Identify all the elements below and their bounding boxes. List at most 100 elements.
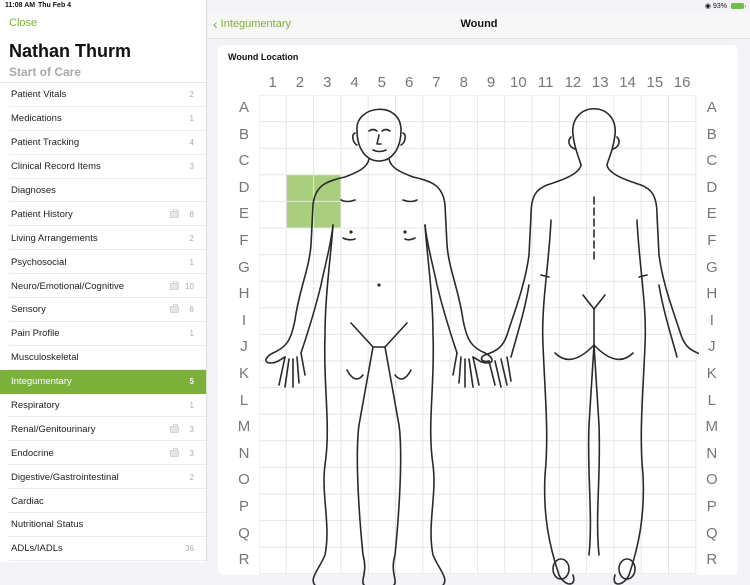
grid-cell[interactable] — [559, 361, 586, 388]
grid-cell[interactable] — [614, 255, 641, 282]
grid-cell[interactable] — [669, 494, 696, 521]
grid-cell[interactable] — [505, 441, 532, 468]
grid-cell[interactable] — [341, 414, 368, 441]
grid-cell[interactable] — [396, 201, 423, 228]
grid-cell[interactable] — [559, 547, 586, 574]
sidebar-item-musculoskeletal[interactable]: Musculoskeletal — [0, 346, 206, 370]
grid-cell[interactable] — [641, 547, 668, 574]
grid-cell[interactable] — [368, 467, 395, 494]
grid-cell[interactable] — [559, 228, 586, 255]
grid-cell[interactable] — [477, 175, 504, 202]
sidebar-item-adls-iadls[interactable]: ADLs/IADLs 36 — [0, 537, 206, 561]
grid-cell[interactable] — [505, 467, 532, 494]
grid-cell[interactable] — [614, 547, 641, 574]
grid-cell[interactable] — [423, 148, 450, 175]
grid-cell[interactable] — [368, 547, 395, 574]
grid-cell[interactable] — [641, 95, 668, 122]
grid-cell[interactable] — [423, 467, 450, 494]
grid-cell[interactable] — [259, 175, 286, 202]
grid-cell[interactable] — [477, 388, 504, 415]
grid-cell[interactable] — [505, 201, 532, 228]
grid-cell[interactable] — [587, 308, 614, 335]
grid-cell[interactable] — [396, 334, 423, 361]
grid-cell[interactable] — [505, 175, 532, 202]
grid-cell[interactable] — [286, 547, 313, 574]
grid-cell[interactable] — [477, 414, 504, 441]
grid-cell[interactable] — [450, 255, 477, 282]
grid-cell[interactable] — [669, 388, 696, 415]
grid-cell[interactable] — [259, 494, 286, 521]
sidebar-item-cardiac[interactable]: Cardiac — [0, 489, 206, 513]
grid-cell[interactable] — [669, 122, 696, 149]
grid-cell[interactable] — [559, 414, 586, 441]
grid-cell[interactable] — [505, 547, 532, 574]
grid-cell[interactable] — [614, 388, 641, 415]
grid-cell[interactable] — [286, 228, 313, 255]
sidebar-item-patient-vitals[interactable]: Patient Vitals 2 — [0, 83, 206, 107]
grid-cell[interactable] — [477, 521, 504, 548]
grid-cell[interactable] — [532, 201, 559, 228]
grid-cell[interactable] — [396, 388, 423, 415]
grid-cell[interactable] — [450, 521, 477, 548]
sidebar-item-patient-history[interactable]: Patient History 8 — [0, 202, 206, 227]
grid-cell[interactable] — [669, 414, 696, 441]
grid-cell[interactable] — [450, 228, 477, 255]
grid-cell[interactable] — [423, 255, 450, 282]
grid-cell[interactable] — [477, 441, 504, 468]
grid-cell[interactable] — [396, 441, 423, 468]
grid-cell[interactable] — [396, 255, 423, 282]
grid-cell[interactable] — [423, 122, 450, 149]
grid-cell[interactable] — [614, 361, 641, 388]
grid-cell[interactable] — [314, 95, 341, 122]
grid-cell[interactable] — [505, 521, 532, 548]
grid-cell[interactable] — [423, 388, 450, 415]
grid-cell[interactable] — [587, 122, 614, 149]
grid-cell[interactable] — [477, 494, 504, 521]
grid-cell[interactable] — [314, 228, 341, 255]
grid-cell[interactable] — [450, 414, 477, 441]
grid-cell[interactable] — [614, 148, 641, 175]
grid-cell[interactable] — [641, 521, 668, 548]
grid-cell[interactable] — [286, 122, 313, 149]
grid-cell[interactable] — [641, 414, 668, 441]
grid-cell[interactable] — [396, 521, 423, 548]
grid-cell[interactable] — [314, 467, 341, 494]
sidebar-item-psychosocial[interactable]: Psychosocial 1 — [0, 250, 206, 275]
grid-cell[interactable] — [587, 414, 614, 441]
sidebar-item-living-arrangements[interactable]: Living Arrangements 2 — [0, 226, 206, 251]
grid-cell[interactable] — [477, 228, 504, 255]
grid-cell[interactable] — [532, 148, 559, 175]
sidebar-item-clinical-record-items[interactable]: Clinical Record Items 3 — [0, 155, 206, 179]
grid-cell[interactable] — [641, 201, 668, 228]
grid-cell[interactable] — [614, 308, 641, 335]
grid-cell[interactable] — [341, 441, 368, 468]
grid-cell[interactable] — [477, 547, 504, 574]
grid-cell[interactable] — [477, 122, 504, 149]
grid-cell[interactable] — [587, 547, 614, 574]
grid-cell[interactable] — [477, 281, 504, 308]
grid-cell[interactable] — [368, 175, 395, 202]
grid-cell[interactable] — [368, 521, 395, 548]
grid-cell[interactable] — [423, 95, 450, 122]
grid-cell[interactable] — [286, 467, 313, 494]
grid-cell[interactable] — [341, 148, 368, 175]
grid-cell[interactable] — [450, 547, 477, 574]
grid-cell[interactable] — [532, 228, 559, 255]
grid-cell[interactable] — [259, 308, 286, 335]
grid-cell[interactable] — [368, 95, 395, 122]
grid-cell[interactable] — [450, 388, 477, 415]
grid-cell[interactable] — [559, 148, 586, 175]
grid-cell[interactable] — [587, 201, 614, 228]
grid-cell-selected[interactable] — [286, 174, 314, 202]
grid-cell[interactable] — [450, 467, 477, 494]
grid-cell[interactable] — [614, 281, 641, 308]
grid-cell[interactable] — [396, 95, 423, 122]
grid-cell[interactable] — [641, 467, 668, 494]
grid-cell-selected[interactable] — [313, 201, 341, 228]
grid-cell-selected[interactable] — [286, 201, 314, 228]
grid-cell[interactable] — [641, 494, 668, 521]
grid-cell[interactable] — [559, 255, 586, 282]
grid-cell[interactable] — [450, 494, 477, 521]
grid-cell[interactable] — [641, 255, 668, 282]
grid-cell[interactable] — [614, 414, 641, 441]
